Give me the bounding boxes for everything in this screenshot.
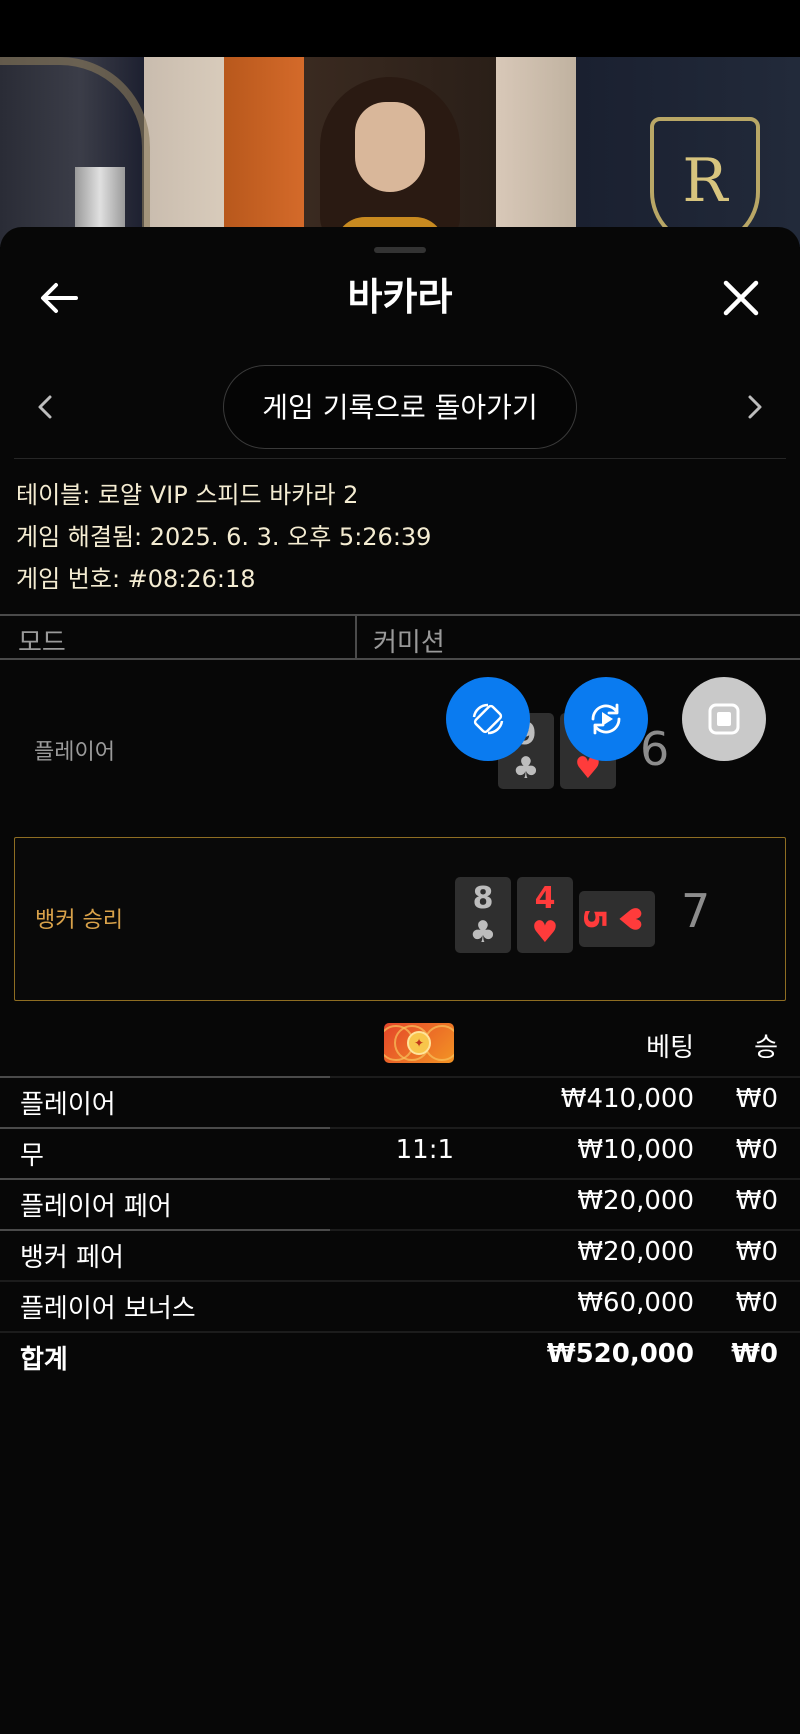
page-title: 바카라 [347,275,453,319]
table-name: 테이블: 로얄 VIP 스피드 바카라 2 [16,481,359,509]
win-amount: ₩0 [735,1237,778,1267]
game-detail-sheet: 바카라 게임 기록으로 돌아가기 테이블: 로얄 VIP 스피드 바카라 2 게… [0,227,800,1734]
table-row: 플레이어 ₩410,000 ₩0 [0,1076,800,1127]
bet-name: 무 [20,1141,44,1171]
bet-odds: 11:1 [395,1135,454,1165]
player-result: 플레이어 9♣ 7♥ 6 [14,662,786,834]
banker-win-label: 뱅커 승리 [35,908,123,933]
promo-chip-icon: ✦ [384,1023,454,1063]
dealer-figure [300,77,480,247]
back-to-history-button[interactable]: 게임 기록으로 돌아가기 [223,365,577,449]
round-navigation: 게임 기록으로 돌아가기 [0,365,800,449]
total-bet-amount: ₩520,000 [546,1339,694,1369]
total-row: 합계 ₩520,000 ₩0 [0,1331,800,1382]
total-label: 합계 [20,1345,68,1375]
divider [14,458,786,459]
bet-amount: ₩10,000 [577,1135,694,1165]
bet-column-header: 베팅 [646,1033,694,1063]
header: 바카라 [0,257,800,337]
win-amount: ₩0 [735,1135,778,1165]
bet-name: 플레이어 페어 [20,1192,172,1222]
stop-icon [708,703,740,735]
bet-name: 플레이어 보너스 [20,1294,196,1324]
replay-button[interactable] [564,677,648,761]
mode-commission-header: 모드 커미션 [0,614,800,660]
table-row: 플레이어 페어 ₩20,000 ₩0 [0,1178,800,1229]
table-row: 무 11:1 ₩10,000 ₩0 [0,1127,800,1178]
commission-label: 커미션 [373,628,445,658]
win-amount: ₩0 [735,1288,778,1318]
total-win-amount: ₩0 [731,1339,778,1369]
player-label: 플레이어 [34,740,115,765]
win-column-header: 승 [754,1033,778,1063]
close-icon[interactable] [718,275,764,321]
rotate-screen-button[interactable] [446,677,530,761]
bet-name: 뱅커 페어 [20,1243,124,1273]
bet-amount: ₩20,000 [577,1186,694,1216]
win-amount: ₩0 [735,1186,778,1216]
mode-label: 모드 [18,628,66,658]
bet-amount: ₩410,000 [560,1084,694,1114]
drag-handle[interactable] [374,247,426,253]
banker-card-1: 8 ♣ [455,877,511,953]
bets-table-header: ✦ 베팅 승 [0,1017,800,1069]
round-id: 게임 번호: #08:26:18 [16,565,256,593]
live-video-feed: R [0,57,800,247]
win-amount: ₩0 [735,1084,778,1114]
banker-score: 7 [681,884,711,938]
resolved-time: 게임 해결됨: 2025. 6. 3. 오후 5:26:39 [16,523,432,551]
stop-button[interactable] [682,677,766,761]
table-row: 뱅커 페어 ₩20,000 ₩0 [0,1229,800,1280]
previous-round-chevron-icon[interactable] [30,389,60,425]
banker-result: 뱅커 승리 8 ♣ 4 ♥ 5 ♥ 7 [14,837,786,1001]
column-divider [355,616,357,660]
next-round-chevron-icon[interactable] [740,389,770,425]
bet-name: 플레이어 [20,1090,116,1120]
bet-amount: ₩60,000 [577,1288,694,1318]
bet-amount: ₩20,000 [577,1237,694,1267]
rotate-screen-icon [472,703,504,735]
replay-icon [591,703,621,735]
banker-card-3: 5 ♥ [576,891,655,947]
table-row: 플레이어 보너스 ₩60,000 ₩0 [0,1280,800,1331]
